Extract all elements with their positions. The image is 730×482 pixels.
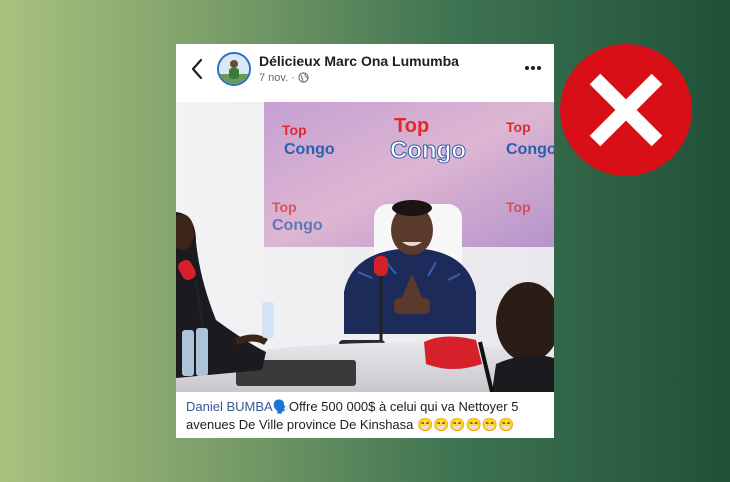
red-x-icon <box>560 44 692 176</box>
logo-right-congo: Congo <box>506 141 554 158</box>
post-author[interactable]: Délicieux Marc Ona Lumumba <box>259 53 459 69</box>
post-photo[interactable]: Top Congo Top Congo Top Congo Top Congo … <box>176 102 554 392</box>
caption-emojis: 😁😁😁😁😁😁 <box>417 417 515 432</box>
globe-icon <box>298 72 309 83</box>
logo-small-top: Top <box>282 122 307 138</box>
logo-lower-congo: Congo <box>272 217 323 234</box>
post-caption: Daniel BUMBA🗣️Offre 500 000$ à celui qui… <box>186 398 546 434</box>
avatar[interactable] <box>217 52 251 86</box>
speaker-emoji: 🗣️ <box>272 399 289 414</box>
post-header: Délicieux Marc Ona Lumumba 7 nov. · <box>176 44 554 102</box>
logo-main-top: Top <box>394 115 429 137</box>
chevron-left-icon[interactable] <box>190 58 204 80</box>
facebook-post-card: Délicieux Marc Ona Lumumba 7 nov. · Top … <box>176 44 554 438</box>
post-meta: 7 nov. · <box>259 72 309 84</box>
post-date[interactable]: 7 nov. <box>259 72 288 84</box>
logo-lower-right-top: Top <box>506 199 531 215</box>
meta-separator: · <box>291 72 295 84</box>
logo-right-top: Top <box>506 119 531 135</box>
logo-main-congo: Congo <box>390 137 466 164</box>
logo-lower-top: Top <box>272 199 297 215</box>
logo-small-congo: Congo <box>284 141 335 158</box>
mention-link[interactable]: Daniel BUMBA <box>186 399 273 414</box>
more-dots-icon[interactable] <box>524 64 542 72</box>
